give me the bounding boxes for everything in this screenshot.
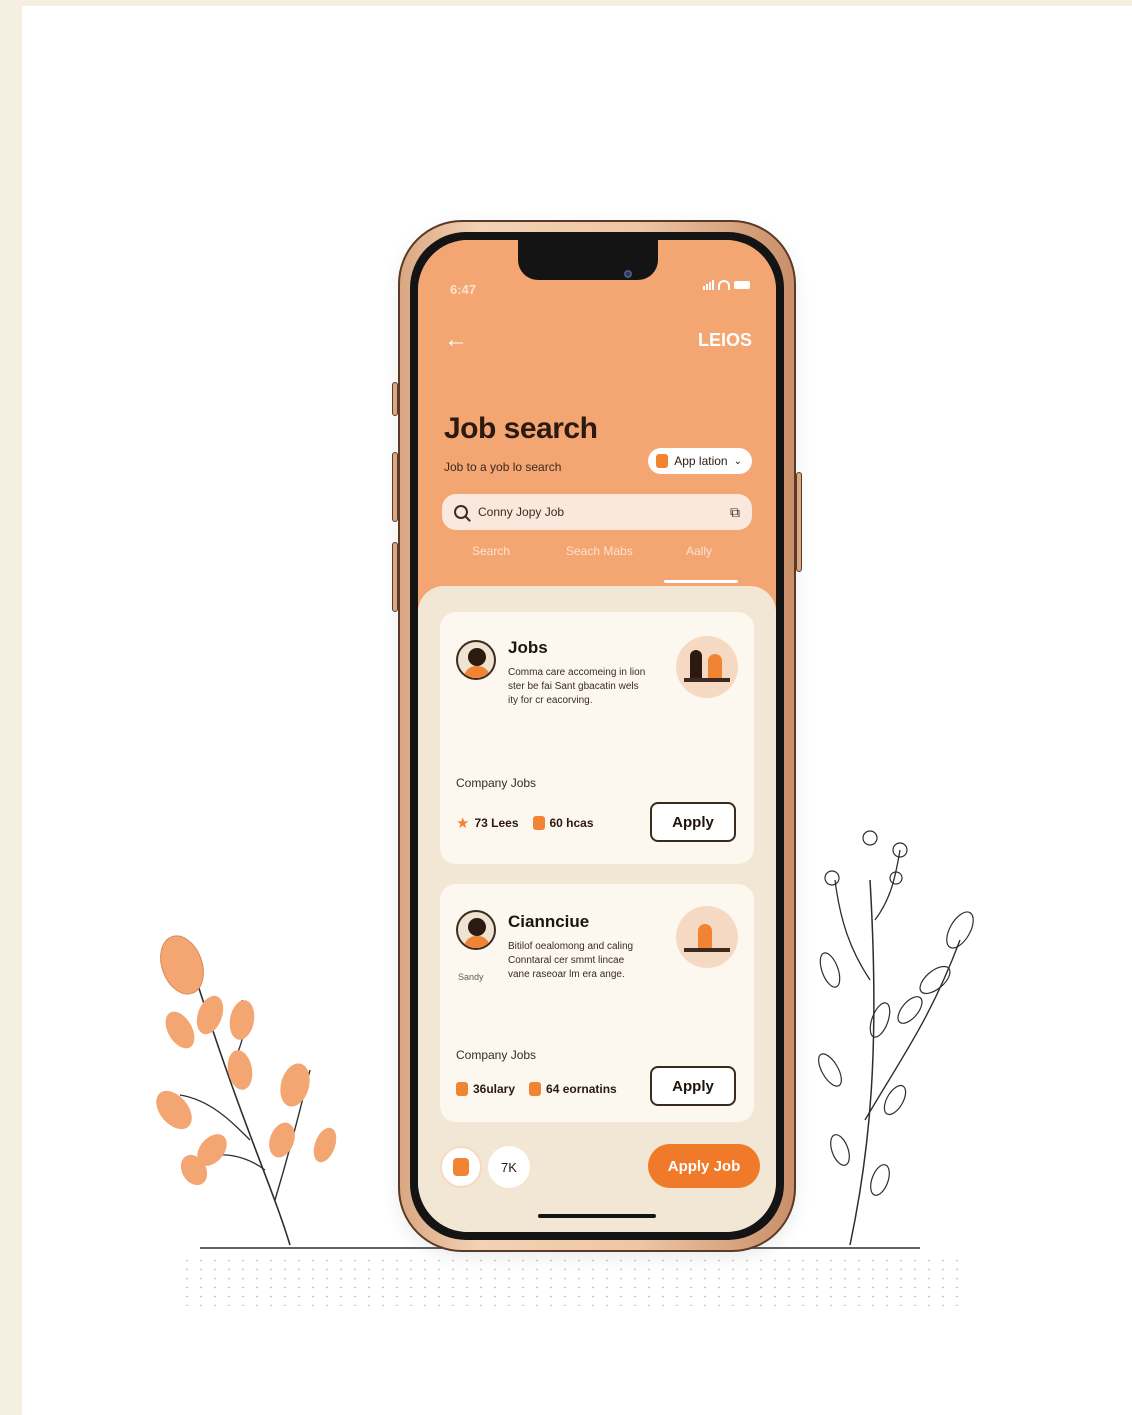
badge-icon [529,1082,542,1096]
filter-icon[interactable]: ⧉ [730,504,740,521]
line-plant-illustration [818,830,974,1246]
job-card-description: Bitilof oealomong and caling Conntaral c… [508,941,634,980]
ground-texture [180,1256,970,1306]
tab-search[interactable]: Search [472,544,510,558]
header-top-right-label[interactable]: LEIOS [698,330,752,351]
application-icon [656,454,669,468]
job-meta-hours-text: 60 hcas [549,816,594,830]
job-card-title: Ciannciue [508,912,590,931]
orange-plant-illustration [156,935,337,1246]
job-meta-salary: 36ulary [456,1082,515,1096]
application-dropdown[interactable]: App lation ⌄ [648,448,752,474]
apply-job-button[interactable]: Apply Job [648,1144,760,1188]
status-icons [703,280,750,290]
back-arrow-icon[interactable]: ← [444,326,468,354]
job-meta-rating-text: 73 Lees [474,816,519,830]
application-dropdown-label: App lation [674,454,728,468]
phone-power-button [796,472,802,572]
phone-mockup: 6:47 ← LEIOS Job search Job to a yob lo … [392,220,802,1252]
search-input[interactable] [478,505,720,519]
phone-side-button [392,452,398,522]
page-subtitle: Job to a yob lo search [444,460,562,474]
tab-apply[interactable]: Aally [686,544,712,558]
phone-bezel: 6:47 ← LEIOS Job search Job to a yob lo … [410,232,784,1240]
tab-active-indicator [664,580,738,583]
job-list: Jobs Comma care accomeing in lion ster b… [418,586,776,1232]
badge-icon [456,1082,468,1096]
page-title: Job search [444,412,598,445]
search-icon [454,505,468,519]
bottom-action-bar: 7K Apply Job [418,1132,776,1232]
star-icon: ★ [456,815,470,832]
tab-bar: Search Seach Mabs Aally [418,544,776,584]
job-meta-rating: ★ 73 Lees [456,814,519,832]
avatar [456,910,496,950]
job-card[interactable]: Sandy Ciannciue Bitilof oealomong and ca… [440,884,754,1122]
battery-icon [734,281,750,289]
job-card-company: Company Jobs [456,1048,537,1062]
apply-button[interactable]: Apply [650,1066,736,1106]
camera-icon [624,270,632,278]
badge-icon [532,816,545,830]
job-card-company: Company Jobs [456,776,537,790]
search-bar[interactable]: ⧉ [442,494,752,530]
job-illustration [676,906,738,968]
job-card-meta: 36ulary 64 eornatins [456,1082,617,1096]
job-meta-salary-text: 36ulary [473,1082,516,1096]
status-time: 6:47 [450,282,477,297]
home-icon [453,1158,469,1176]
phone-side-button [392,382,398,416]
count-button[interactable]: 7K [488,1146,530,1188]
phone-side-button [392,542,398,612]
job-card-title: Jobs [508,638,548,657]
signal-icon [703,280,714,290]
phone-notch [518,240,658,280]
phone-screen: 6:47 ← LEIOS Job search Job to a yob lo … [418,240,776,1232]
job-card-description: Comma care accomeing in lion ster be fai… [508,667,646,706]
home-button[interactable] [440,1146,482,1188]
job-card-meta: ★ 73 Lees 60 hcas [456,814,594,832]
avatar [456,640,496,680]
avatar-label: Sandy [458,972,484,982]
home-indicator [538,1214,656,1218]
job-meta-openings: 64 eornatins [529,1082,617,1096]
chevron-down-icon: ⌄ [733,455,742,467]
job-meta-openings-text: 64 eornatins [546,1082,617,1096]
job-illustration [676,636,738,698]
tab-search-maps[interactable]: Seach Mabs [566,544,633,558]
job-card[interactable]: Jobs Comma care accomeing in lion ster b… [440,612,754,864]
job-meta-hours: 60 hcas [532,816,594,830]
apply-button[interactable]: Apply [650,802,736,842]
wifi-icon [718,280,730,290]
